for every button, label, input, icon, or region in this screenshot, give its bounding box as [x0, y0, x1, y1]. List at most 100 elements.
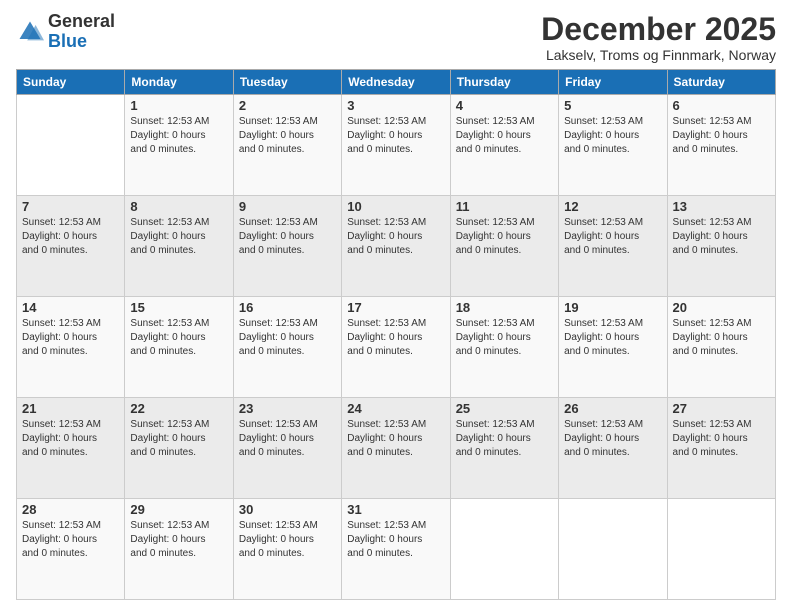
day-number: 28 — [22, 502, 119, 517]
month-title: December 2025 — [541, 12, 776, 47]
col-saturday: Saturday — [667, 70, 775, 95]
calendar-cell: 5 Sunset: 12:53 AMDaylight: 0 hoursand 0 … — [559, 95, 667, 196]
calendar-cell: 26 Sunset: 12:53 AMDaylight: 0 hoursand 0… — [559, 398, 667, 499]
calendar-week-1: 1 Sunset: 12:53 AMDaylight: 0 hoursand 0 … — [17, 95, 776, 196]
calendar-cell: 27Sunset: 12:53 AMDaylight: 0 hoursand 0… — [667, 398, 775, 499]
day-info: Sunset: 12:53 AMDaylight: 0 hoursand 0 m… — [347, 519, 444, 561]
calendar-cell: 16Sunset: 12:53 AMDaylight: 0 hoursand 0… — [233, 297, 341, 398]
day-number: 7 — [22, 199, 119, 214]
logo-general: General — [48, 11, 115, 31]
day-number: 5 — [564, 98, 661, 113]
day-info: Sunset: 12:53 AMDaylight: 0 hoursand 0 m… — [239, 216, 336, 258]
day-info: Sunset: 12:53 AMDaylight: 0 hoursand 0 m… — [347, 418, 444, 460]
day-number: 6 — [673, 98, 770, 113]
calendar-header: Sunday Monday Tuesday Wednesday Thursday… — [17, 70, 776, 95]
calendar-cell: 11 Sunset: 12:53 AMDaylight: 0 hoursand 0… — [450, 196, 558, 297]
day-info: Sunset: 12:53 AMDaylight: 0 hoursand 0 m… — [456, 216, 553, 258]
day-number: 29 — [130, 502, 227, 517]
day-info: Sunset: 12:53 AMDaylight: 0 hoursand 0 m… — [22, 216, 119, 258]
calendar-cell: 22 Sunset: 12:53 AMDaylight: 0 hoursand 0… — [125, 398, 233, 499]
day-number: 3 — [347, 98, 444, 113]
col-wednesday: Wednesday — [342, 70, 450, 95]
calendar-cell: 9 Sunset: 12:53 AMDaylight: 0 hoursand 0 … — [233, 196, 341, 297]
day-info: Sunset: 12:53 AMDaylight: 0 hoursand 0 m… — [22, 519, 119, 561]
day-number: 21 — [22, 401, 119, 416]
calendar-cell — [450, 499, 558, 600]
calendar-cell: 4 Sunset: 12:53 AMDaylight: 0 hoursand 0 … — [450, 95, 558, 196]
col-monday: Monday — [125, 70, 233, 95]
day-number: 30 — [239, 502, 336, 517]
calendar-cell — [559, 499, 667, 600]
logo-blue: Blue — [48, 31, 87, 51]
day-number: 23 — [239, 401, 336, 416]
calendar-cell: 30 Sunset: 12:53 AMDaylight: 0 hoursand 0… — [233, 499, 341, 600]
day-info: Sunset: 12:53 AMDaylight: 0 hoursand 0 m… — [130, 418, 227, 460]
day-info: Sunset: 12:53 AMDaylight: 0 hoursand 0 m… — [239, 317, 336, 359]
calendar-cell: 23Sunset: 12:53 AMDaylight: 0 hoursand 0… — [233, 398, 341, 499]
day-number: 9 — [239, 199, 336, 214]
calendar-week-4: 21 Sunset: 12:53 AMDaylight: 0 hoursand 0… — [17, 398, 776, 499]
day-info: Sunset: 12:53 AMDaylight: 0 hoursand 0 m… — [673, 115, 770, 157]
day-info: Sunset: 12:53 AMDaylight: 0 hoursand 0 m… — [347, 317, 444, 359]
calendar-table: Sunday Monday Tuesday Wednesday Thursday… — [16, 69, 776, 600]
day-number: 1 — [130, 98, 227, 113]
day-info: Sunset: 12:53 AMDaylight: 0 hoursand 0 m… — [564, 216, 661, 258]
day-info: Sunset: 12:53 AMDaylight: 0 hoursand 0 m… — [564, 317, 661, 359]
day-number: 18 — [456, 300, 553, 315]
location: Lakselv, Troms og Finnmark, Norway — [541, 47, 776, 63]
day-info: Sunset: 12:53 AMDaylight: 0 hoursand 0 m… — [564, 115, 661, 157]
col-sunday: Sunday — [17, 70, 125, 95]
calendar-cell: 24Sunset: 12:53 AMDaylight: 0 hoursand 0… — [342, 398, 450, 499]
day-info: Sunset: 12:53 AMDaylight: 0 hoursand 0 m… — [130, 115, 227, 157]
day-info: Sunset: 12:53 AMDaylight: 0 hoursand 0 m… — [22, 317, 119, 359]
calendar-cell: 25 Sunset: 12:53 AMDaylight: 0 hoursand 0… — [450, 398, 558, 499]
calendar-cell: 13 Sunset: 12:53 AMDaylight: 0 hoursand 0… — [667, 196, 775, 297]
calendar-cell: 12 Sunset: 12:53 AMDaylight: 0 hoursand 0… — [559, 196, 667, 297]
calendar-week-2: 7 Sunset: 12:53 AMDaylight: 0 hoursand 0 … — [17, 196, 776, 297]
calendar-cell: 3Sunset: 12:53 AMDaylight: 0 hoursand 0 … — [342, 95, 450, 196]
header-row: Sunday Monday Tuesday Wednesday Thursday… — [17, 70, 776, 95]
calendar-cell: 18 Sunset: 12:53 AMDaylight: 0 hoursand 0… — [450, 297, 558, 398]
day-number: 13 — [673, 199, 770, 214]
calendar-cell — [17, 95, 125, 196]
day-number: 22 — [130, 401, 227, 416]
day-info: Sunset: 12:53 AMDaylight: 0 hoursand 0 m… — [456, 418, 553, 460]
calendar-cell — [667, 499, 775, 600]
calendar-cell: 28 Sunset: 12:53 AMDaylight: 0 hoursand 0… — [17, 499, 125, 600]
calendar-cell: 31Sunset: 12:53 AMDaylight: 0 hoursand 0… — [342, 499, 450, 600]
calendar-cell: 19Sunset: 12:53 AMDaylight: 0 hoursand 0… — [559, 297, 667, 398]
day-number: 25 — [456, 401, 553, 416]
day-info: Sunset: 12:53 AMDaylight: 0 hoursand 0 m… — [673, 418, 770, 460]
calendar-cell: 10Sunset: 12:53 AMDaylight: 0 hoursand 0… — [342, 196, 450, 297]
day-number: 10 — [347, 199, 444, 214]
title-area: December 2025 Lakselv, Troms og Finnmark… — [541, 12, 776, 63]
day-info: Sunset: 12:53 AMDaylight: 0 hoursand 0 m… — [456, 317, 553, 359]
calendar-cell: 15Sunset: 12:53 AMDaylight: 0 hoursand 0… — [125, 297, 233, 398]
day-number: 15 — [130, 300, 227, 315]
day-number: 12 — [564, 199, 661, 214]
calendar-week-5: 28 Sunset: 12:53 AMDaylight: 0 hoursand 0… — [17, 499, 776, 600]
col-thursday: Thursday — [450, 70, 558, 95]
day-info: Sunset: 12:53 AMDaylight: 0 hoursand 0 m… — [130, 216, 227, 258]
day-info: Sunset: 12:53 AMDaylight: 0 hoursand 0 m… — [22, 418, 119, 460]
logo-icon — [16, 18, 44, 46]
day-info: Sunset: 12:53 AMDaylight: 0 hoursand 0 m… — [239, 115, 336, 157]
day-info: Sunset: 12:53 AMDaylight: 0 hoursand 0 m… — [456, 115, 553, 157]
col-tuesday: Tuesday — [233, 70, 341, 95]
day-number: 11 — [456, 199, 553, 214]
day-number: 2 — [239, 98, 336, 113]
day-number: 17 — [347, 300, 444, 315]
day-info: Sunset: 12:53 AMDaylight: 0 hoursand 0 m… — [239, 519, 336, 561]
logo: General Blue — [16, 12, 115, 52]
col-friday: Friday — [559, 70, 667, 95]
day-info: Sunset: 12:53 AMDaylight: 0 hoursand 0 m… — [564, 418, 661, 460]
day-number: 20 — [673, 300, 770, 315]
day-number: 26 — [564, 401, 661, 416]
day-number: 8 — [130, 199, 227, 214]
calendar-cell: 2 Sunset: 12:53 AMDaylight: 0 hoursand 0 … — [233, 95, 341, 196]
calendar-body: 1 Sunset: 12:53 AMDaylight: 0 hoursand 0 … — [17, 95, 776, 600]
calendar-cell: 21 Sunset: 12:53 AMDaylight: 0 hoursand 0… — [17, 398, 125, 499]
calendar-cell: 6 Sunset: 12:53 AMDaylight: 0 hoursand 0 … — [667, 95, 775, 196]
day-number: 4 — [456, 98, 553, 113]
day-info: Sunset: 12:53 AMDaylight: 0 hoursand 0 m… — [673, 216, 770, 258]
